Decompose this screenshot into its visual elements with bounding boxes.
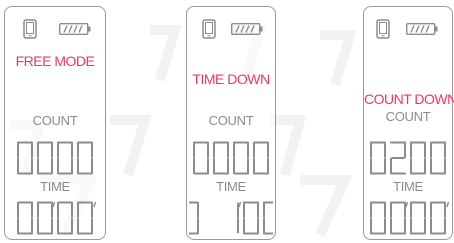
- time-tick-mark: [52, 201, 56, 208]
- count-label: COUNT: [208, 113, 254, 128]
- count-label: COUNT: [385, 109, 431, 124]
- status-bar: [364, 19, 452, 41]
- device-screen-count-down: COUNT DOWN COUNT TIME: [363, 6, 454, 240]
- battery-icon: [59, 23, 91, 35]
- time-digits: [189, 201, 273, 235]
- count-digits: [193, 141, 269, 175]
- phone-icon: [376, 19, 390, 39]
- time-digits: [370, 201, 450, 235]
- mode-label: FREE MODE: [15, 53, 95, 69]
- mode-label: COUNT DOWN: [364, 91, 454, 107]
- count-digits: [17, 141, 93, 175]
- mode-label: TIME DOWN: [192, 71, 270, 87]
- phone-icon: [23, 19, 37, 39]
- count-display: [187, 141, 275, 179]
- time-display: [5, 201, 105, 239]
- time-tick-mark: [238, 201, 242, 208]
- count-label: COUNT: [32, 113, 78, 128]
- time-tick-mark: [446, 201, 450, 208]
- phone-icon: [202, 19, 216, 39]
- status-bar: [187, 19, 275, 41]
- time-digits: [17, 201, 97, 235]
- time-display: [364, 201, 452, 239]
- time-label: TIME: [216, 179, 246, 194]
- time-display: [187, 201, 275, 239]
- status-bar: [5, 19, 105, 41]
- battery-icon: [231, 23, 263, 35]
- time-label: TIME: [40, 179, 70, 194]
- battery-icon: [406, 23, 438, 35]
- device-screen-free-mode: FREE MODE COUNT TIME: [4, 6, 106, 240]
- device-screen-time-down: TIME DOWN COUNT TIME: [186, 6, 276, 240]
- time-tick-mark: [405, 201, 409, 208]
- time-label: TIME: [393, 179, 423, 194]
- count-display: [5, 141, 105, 179]
- count-digits: [370, 141, 446, 175]
- time-tick-mark: [93, 201, 97, 208]
- count-display: [364, 141, 452, 179]
